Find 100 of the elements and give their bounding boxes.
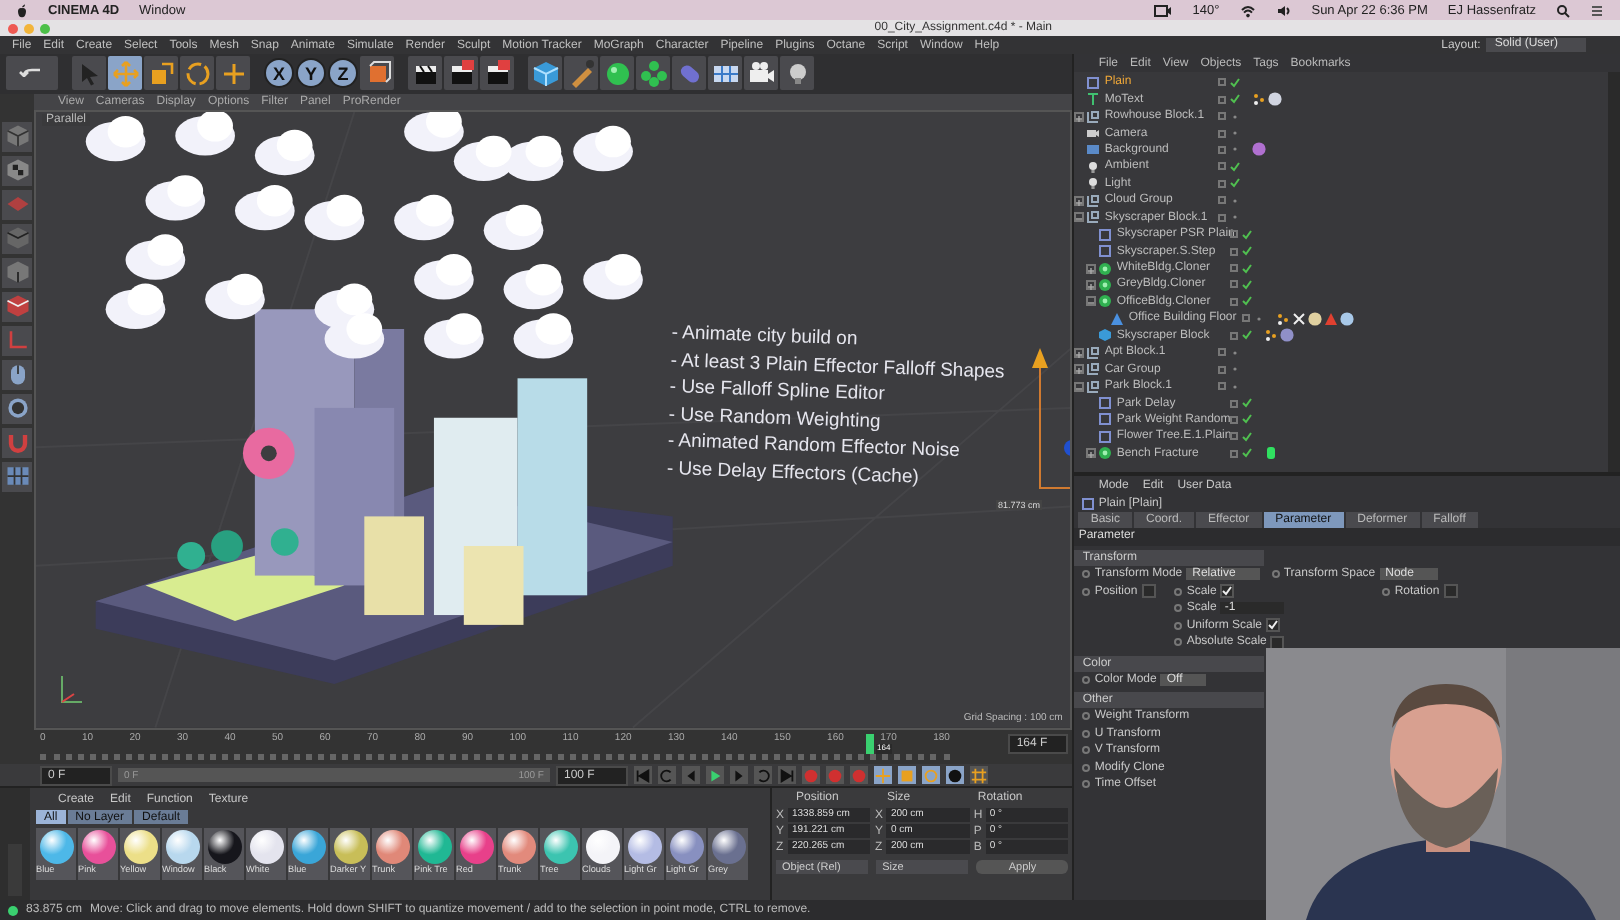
check-icon[interactable] xyxy=(1242,296,1253,307)
clapper-icon[interactable] xyxy=(408,56,442,91)
pill-tag-icon[interactable] xyxy=(1264,446,1279,461)
animation-dot-icon[interactable] xyxy=(1174,604,1183,613)
collapse-toggle[interactable] xyxy=(1086,296,1097,307)
record-icon[interactable] xyxy=(850,766,868,785)
material-tag-icon[interactable] xyxy=(1308,311,1323,326)
undo-icon[interactable] xyxy=(6,56,58,91)
check-icon[interactable] xyxy=(1230,94,1241,105)
grid-lock-icon[interactable] xyxy=(2,461,32,492)
animation-dot-icon[interactable] xyxy=(1382,587,1391,596)
expand-toggle[interactable] xyxy=(1074,111,1085,122)
checker-cube-icon[interactable] xyxy=(2,155,32,186)
move-icon[interactable] xyxy=(874,766,892,785)
dot-icon[interactable] xyxy=(1230,212,1241,223)
check-icon[interactable] xyxy=(1242,246,1253,257)
check-icon[interactable] xyxy=(1242,431,1253,442)
dot-icon[interactable] xyxy=(1230,195,1241,206)
wifi-icon[interactable] xyxy=(1239,3,1256,17)
axis-button[interactable]: Y xyxy=(296,58,326,89)
loop-icon[interactable] xyxy=(754,766,772,785)
expand-toggle[interactable] xyxy=(1086,448,1097,459)
axis-button[interactable]: X xyxy=(264,58,294,89)
material-tag-icon[interactable] xyxy=(1280,328,1295,343)
expand-toggle[interactable] xyxy=(1086,279,1097,290)
check-icon[interactable] xyxy=(1242,398,1253,409)
pen-icon[interactable] xyxy=(564,56,598,91)
animation-dot-icon[interactable] xyxy=(1082,746,1091,755)
check-icon[interactable] xyxy=(1230,161,1241,172)
checkbox[interactable] xyxy=(1443,584,1458,599)
check-icon[interactable] xyxy=(1242,330,1253,341)
check-icon[interactable] xyxy=(1242,414,1253,425)
checkbox[interactable] xyxy=(1141,584,1156,599)
dots-tag-icon[interactable] xyxy=(1264,328,1279,343)
material-tag-icon[interactable] xyxy=(1268,92,1283,107)
camera-icon[interactable] xyxy=(744,56,778,91)
collapse-toggle[interactable] xyxy=(1074,212,1085,223)
animation-dot-icon[interactable] xyxy=(1082,570,1091,579)
rotate-icon[interactable] xyxy=(922,766,940,785)
dot-icon[interactable] xyxy=(1230,381,1241,392)
scale-icon[interactable] xyxy=(144,56,178,91)
play-icon[interactable] xyxy=(706,766,724,785)
dot-icon[interactable] xyxy=(1230,128,1241,139)
dot-icon[interactable] xyxy=(1254,313,1265,324)
record-icon[interactable] xyxy=(826,766,844,785)
expand-toggle[interactable] xyxy=(1074,347,1085,358)
expand-toggle[interactable] xyxy=(1074,364,1085,375)
search-icon[interactable] xyxy=(1556,3,1570,17)
check-icon[interactable] xyxy=(1230,77,1241,88)
material-tag-icon[interactable] xyxy=(1340,311,1355,326)
dot-icon[interactable] xyxy=(1230,144,1241,155)
dots-tag-icon[interactable] xyxy=(1252,92,1267,107)
animation-dot-icon[interactable] xyxy=(1174,638,1183,647)
magnet-icon[interactable] xyxy=(2,427,32,458)
clapper-icon[interactable] xyxy=(480,56,514,91)
cube-icon[interactable] xyxy=(528,56,562,91)
dot-icon[interactable] xyxy=(1230,347,1241,358)
skip-start-icon[interactable] xyxy=(634,766,652,785)
rotate-icon[interactable] xyxy=(180,56,214,91)
animation-dot-icon[interactable] xyxy=(1271,570,1280,579)
animation-dot-icon[interactable] xyxy=(1082,587,1091,596)
dot-icon[interactable] xyxy=(1230,364,1241,375)
apple-icon[interactable] xyxy=(16,3,28,17)
record-icon[interactable] xyxy=(802,766,820,785)
grid-icon[interactable] xyxy=(708,56,742,91)
dot-icon[interactable] xyxy=(1230,111,1241,122)
animation-dot-icon[interactable] xyxy=(1082,712,1091,721)
axis-button[interactable]: Z xyxy=(328,58,358,89)
check-icon[interactable] xyxy=(1230,178,1241,189)
loop-icon[interactable] xyxy=(658,766,676,785)
plus-icon[interactable] xyxy=(216,56,250,91)
material-tag-icon[interactable] xyxy=(1252,142,1267,157)
camera-icon[interactable] xyxy=(1154,3,1173,17)
checkbox[interactable] xyxy=(1270,635,1285,650)
animation-dot-icon[interactable] xyxy=(1174,621,1183,630)
skip-end-icon[interactable] xyxy=(778,766,796,785)
sphere-icon[interactable] xyxy=(600,56,634,91)
step-back-icon[interactable] xyxy=(682,766,700,785)
checkbox[interactable] xyxy=(1220,584,1235,599)
check-icon[interactable] xyxy=(1242,448,1253,459)
expand-toggle[interactable] xyxy=(1086,263,1097,274)
checkbox[interactable] xyxy=(1266,618,1281,633)
collapse-toggle[interactable] xyxy=(1074,381,1085,392)
step-forward-icon[interactable] xyxy=(730,766,748,785)
playhead[interactable] xyxy=(865,733,873,754)
animation-dot-icon[interactable] xyxy=(1082,763,1091,772)
dots-tag-icon[interactable] xyxy=(1276,311,1291,326)
cube-icon[interactable] xyxy=(2,291,32,322)
scale-icon[interactable] xyxy=(898,766,916,785)
check-icon[interactable] xyxy=(1242,279,1253,290)
clapper-icon[interactable] xyxy=(444,56,478,91)
menu-icon[interactable] xyxy=(1590,3,1604,17)
mouse-icon[interactable] xyxy=(2,359,32,390)
grid-icon[interactable] xyxy=(970,766,988,785)
selection-tag-icon[interactable] xyxy=(1292,311,1307,326)
parameter-icon[interactable] xyxy=(946,766,964,785)
axis-cube-icon[interactable] xyxy=(360,56,394,91)
check-icon[interactable] xyxy=(1242,229,1253,240)
animation-dot-icon[interactable] xyxy=(1082,675,1091,684)
animation-dot-icon[interactable] xyxy=(1082,780,1091,789)
